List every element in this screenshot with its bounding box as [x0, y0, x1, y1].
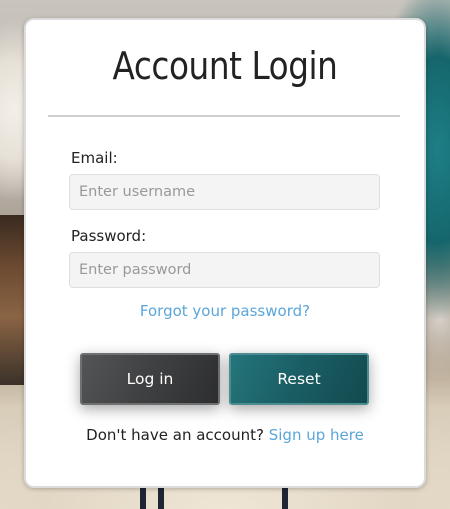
background-chair-leg: [158, 488, 164, 509]
page-title: Account Login: [112, 44, 338, 88]
forgot-password-link[interactable]: Forgot your password?: [26, 302, 424, 320]
login-button[interactable]: Log in: [80, 353, 220, 405]
email-field[interactable]: [69, 174, 380, 210]
background-chair-leg: [140, 488, 146, 509]
signup-row: Don't have an account? Sign up here: [26, 426, 424, 444]
background-chair-leg: [282, 488, 288, 509]
login-card: Account Login Email: Password: Forgot yo…: [24, 18, 426, 488]
signup-link[interactable]: Sign up here: [269, 426, 364, 444]
signup-prompt: Don't have an account?: [86, 426, 264, 444]
email-label: Email:: [71, 149, 118, 167]
reset-button[interactable]: Reset: [229, 353, 369, 405]
title-divider: [48, 115, 400, 117]
password-label: Password:: [71, 227, 147, 245]
password-field[interactable]: [69, 252, 380, 288]
